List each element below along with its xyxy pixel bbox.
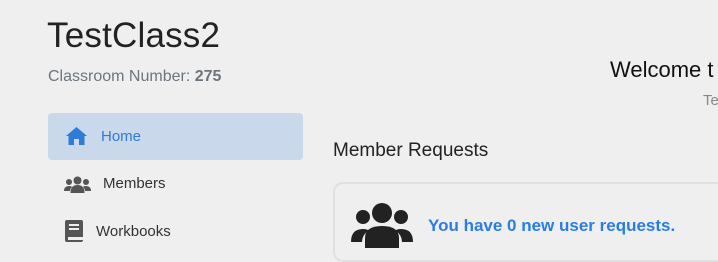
classroom-number-line: Classroom Number: 275 xyxy=(48,67,221,87)
classroom-number-label: Classroom Number: xyxy=(48,68,191,85)
sidebar-item-home[interactable]: Home xyxy=(48,113,303,160)
users-group-icon xyxy=(351,202,413,253)
sidebar-item-members[interactable]: Members xyxy=(48,160,303,207)
user-requests-link[interactable]: You have 0 new user requests. xyxy=(428,216,675,236)
sidebar-item-label: Members xyxy=(103,175,166,192)
home-icon xyxy=(65,126,88,146)
classroom-title: TestClass2 xyxy=(47,16,221,55)
welcome-subtitle: Te xyxy=(703,92,718,109)
sidebar-item-label: Home xyxy=(101,128,142,145)
users-icon xyxy=(64,176,91,193)
sidebar-item-label: Workbooks xyxy=(96,223,171,240)
member-requests-title: Member Requests xyxy=(333,140,489,161)
member-requests-card: You have 0 new user requests. xyxy=(333,182,718,262)
welcome-heading: Welcome t xyxy=(610,57,714,82)
classroom-number-value: 275 xyxy=(194,68,222,85)
book-icon xyxy=(65,220,83,242)
sidebar-nav: Home Members Workbooks xyxy=(48,113,303,254)
